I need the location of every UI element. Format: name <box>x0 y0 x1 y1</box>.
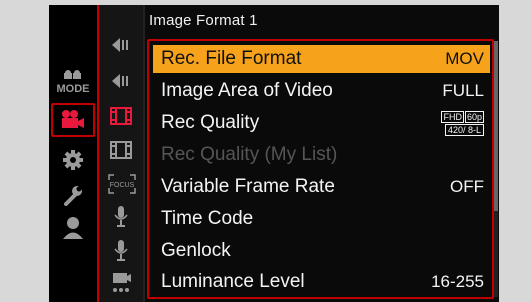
menu-item-rec-quality[interactable]: Rec Quality FHD 60p 420/ 8-L <box>153 109 490 137</box>
film-strip-icon[interactable] <box>109 106 133 126</box>
rec-quality-badge: FHD 60p 420/ 8-L <box>440 110 484 136</box>
mode-icon[interactable] <box>61 69 85 83</box>
menu-item-luminance-level[interactable]: Luminance Level 16-255 <box>153 268 490 296</box>
focus-label: FOCUS <box>110 182 135 189</box>
menu-item-time-code[interactable]: Time Code <box>153 205 490 233</box>
menu-scrollbar[interactable] <box>494 41 498 297</box>
scrollbar-thumb[interactable] <box>494 41 498 211</box>
codec-badge: 420/ 8-L <box>444 123 484 136</box>
camera-menu-screen: MODE FOCUS Image Format 1 Rec. File Form… <box>49 5 499 302</box>
menu-item-label: Rec Quality (My List) <box>161 144 338 165</box>
menu-category-column: MODE <box>49 5 97 302</box>
monitor-icon[interactable] <box>109 271 133 297</box>
column-divider <box>143 5 145 302</box>
menu-item-label: Time Code <box>161 208 254 229</box>
microphone-icon[interactable] <box>111 204 131 228</box>
resolution-badge: FHD <box>441 110 464 123</box>
menu-item-image-area-of-video[interactable]: Image Area of Video FULL <box>153 77 490 105</box>
page-title: Image Format 1 <box>149 12 258 29</box>
menu-item-rec-file-format[interactable]: Rec. File Format MOV <box>153 45 490 73</box>
menu-item-label: Rec. File Format <box>161 48 302 69</box>
menu-item-label: Luminance Level <box>161 271 305 292</box>
menu-item-label: Image Area of Video <box>161 80 333 101</box>
film-strip-icon[interactable] <box>109 140 133 160</box>
menu-item-genlock[interactable]: Genlock <box>153 237 490 265</box>
microphone-icon[interactable] <box>111 238 131 262</box>
menu-item-value: FULL <box>442 81 484 100</box>
scroll-up-arrow-icon[interactable] <box>111 71 131 91</box>
menu-item-label: Variable Frame Rate <box>161 176 335 197</box>
menu-item-label: Genlock <box>161 240 231 261</box>
menu-item-rec-quality-my-list[interactable]: Rec Quality (My List) <box>153 141 490 169</box>
menu-item-value: MOV <box>445 49 484 68</box>
framerate-badge: 60p <box>464 110 484 123</box>
gear-icon[interactable] <box>61 148 85 172</box>
menu-item-label: Rec Quality <box>161 112 260 133</box>
submenu-tab-column: FOCUS <box>97 5 145 302</box>
video-camera-icon[interactable] <box>59 108 87 132</box>
menu-item-value: OFF <box>450 177 484 196</box>
mode-label: MODE <box>56 83 90 95</box>
menu-item-variable-frame-rate[interactable]: Variable Frame Rate OFF <box>153 173 490 201</box>
wrench-icon[interactable] <box>61 183 85 207</box>
focus-icon[interactable]: FOCUS <box>107 173 137 195</box>
scroll-up-arrow-icon[interactable] <box>111 35 131 55</box>
user-icon[interactable] <box>61 215 85 241</box>
menu-item-value: 16-255 <box>431 272 484 291</box>
